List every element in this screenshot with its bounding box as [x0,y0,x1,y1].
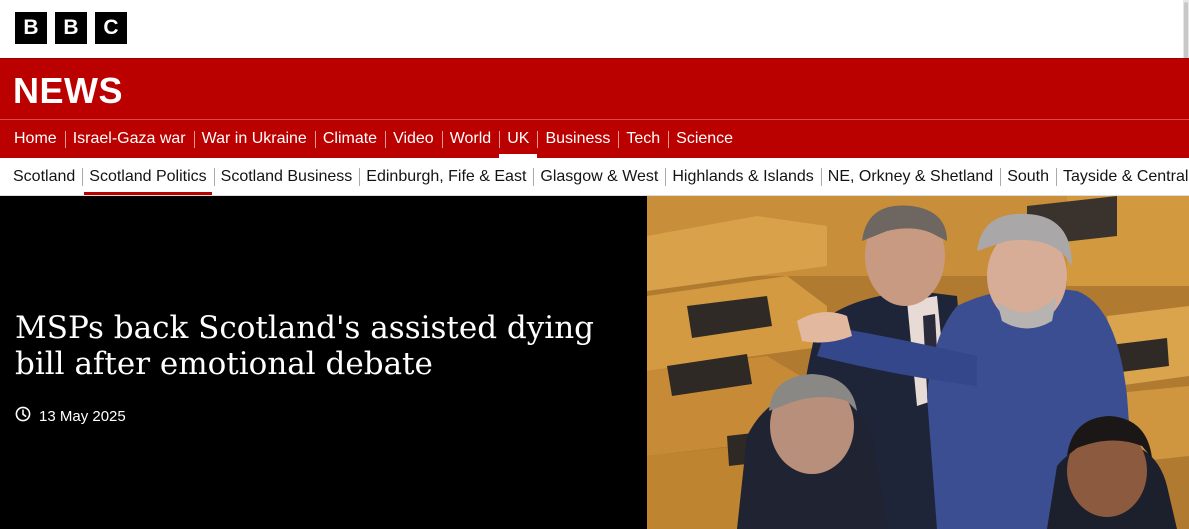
clock-icon [15,406,31,426]
main-nav-item-home[interactable]: Home [6,120,65,158]
logo-letter-c: C [95,12,127,44]
hero-story[interactable]: MSPs back Scotland's assisted dying bill… [0,196,1189,529]
hero-dateline: 13 May 2025 [15,406,126,426]
sub-nav-item-edinburgh-fife-and-east[interactable]: Edinburgh, Fife & East [359,158,533,195]
main-nav-item-israel-gaza-war[interactable]: Israel-Gaza war [64,120,194,158]
hero-text-panel: MSPs back Scotland's assisted dying bill… [0,196,647,529]
hero-date: 13 May 2025 [39,407,126,425]
top-bar: B B C [0,0,1189,74]
sub-nav-item-scotland-politics[interactable]: Scotland Politics [82,158,213,195]
news-banner: NEWS [0,58,1189,121]
main-nav-item-uk[interactable]: UK [499,120,538,158]
sub-nav-item-scotland-business[interactable]: Scotland Business [213,158,360,195]
logo-letter-b1: B [15,12,47,44]
sub-nav-item-scotland[interactable]: Scotland [6,158,82,195]
main-nav-item-world[interactable]: World [441,120,500,158]
sub-nav-item-highlands-and-islands[interactable]: Highlands & Islands [665,158,820,195]
parliament-chamber-photo [647,196,1189,529]
logo-letter-b2: B [55,12,87,44]
main-nav-item-science[interactable]: Science [668,120,741,158]
sub-nav-item-glasgow-and-west[interactable]: Glasgow & West [533,158,665,195]
news-section-title[interactable]: NEWS [13,70,123,112]
sub-nav-list: Scotland Scotland Politics Scotland Busine… [0,158,1189,195]
main-navigation: Home Israel-Gaza war War in Ukraine Climate… [0,120,1189,158]
sub-nav-item-south[interactable]: South [1000,158,1056,195]
main-nav-item-climate[interactable]: Climate [314,120,385,158]
secondary-navigation: Scotland Scotland Politics Scotland Busine… [0,158,1189,196]
bbc-logo[interactable]: B B C [15,12,127,44]
sub-nav-item-tayside-and-central[interactable]: Tayside & Central [1056,158,1189,195]
hero-headline[interactable]: MSPs back Scotland's assisted dying bill… [15,310,635,382]
sub-nav-item-ne-orkney-and-shetland[interactable]: NE, Orkney & Shetland [820,158,1000,195]
hero-photo[interactable] [647,196,1189,529]
main-nav-item-tech[interactable]: Tech [618,120,668,158]
main-nav-list: Home Israel-Gaza war War in Ukraine Climate… [0,120,1189,158]
main-nav-item-video[interactable]: Video [385,120,442,158]
main-nav-item-war-in-ukraine[interactable]: War in Ukraine [193,120,315,158]
main-nav-item-business[interactable]: Business [537,120,618,158]
